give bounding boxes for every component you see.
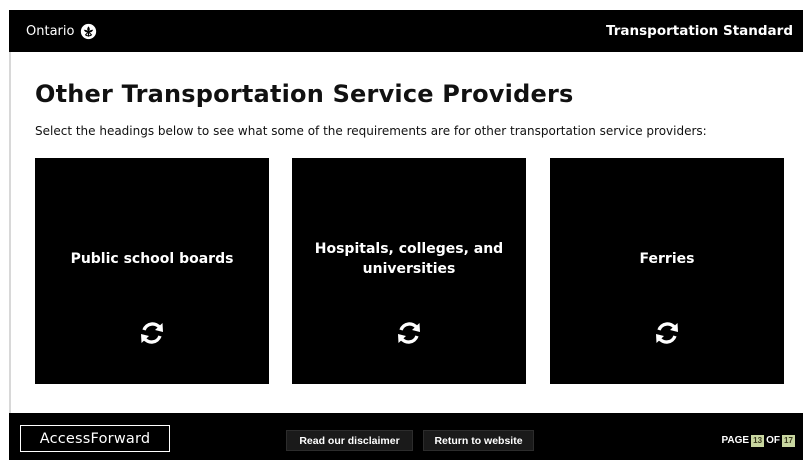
- card-ferries[interactable]: Ferries: [550, 158, 784, 384]
- flip-refresh-icon: [141, 322, 163, 344]
- return-to-website-button[interactable]: Return to website: [423, 430, 534, 451]
- card-hospitals-colleges-universities[interactable]: Hospitals, colleges, and universities: [292, 158, 526, 384]
- intro-text: Select the headings below to see what so…: [35, 124, 707, 138]
- current-page-number: 13: [751, 434, 765, 447]
- brand-text: Ontario: [26, 23, 75, 39]
- content-edge: [9, 52, 11, 413]
- module-title: Transportation Standard: [606, 23, 793, 39]
- ontario-brand[interactable]: Ontario: [26, 10, 97, 52]
- bottom-bar: AccessForward Read our disclaimer Return…: [9, 413, 803, 460]
- trillium-icon: [81, 23, 97, 39]
- page-indicator: PAGE 13 OF 17: [721, 430, 795, 451]
- total-pages-number: 17: [782, 434, 795, 447]
- top-bar: Ontario Transportation Standard: [9, 10, 803, 52]
- card-label: Ferries: [639, 251, 695, 267]
- page-label: PAGE: [721, 435, 750, 446]
- app-frame: Ontario Transportation Standard Other Tr…: [9, 10, 803, 460]
- accessforward-logo[interactable]: AccessForward: [20, 425, 170, 452]
- card-public-school-boards[interactable]: Public school boards: [35, 158, 269, 384]
- flip-refresh-icon: [398, 322, 420, 344]
- card-label: Hospitals, colleges, and universities: [314, 241, 504, 277]
- of-label: OF: [766, 435, 780, 446]
- flip-refresh-icon: [656, 322, 678, 344]
- read-disclaimer-button[interactable]: Read our disclaimer: [286, 430, 413, 451]
- card-label: Public school boards: [70, 251, 234, 267]
- page-title: Other Transportation Service Providers: [35, 80, 574, 108]
